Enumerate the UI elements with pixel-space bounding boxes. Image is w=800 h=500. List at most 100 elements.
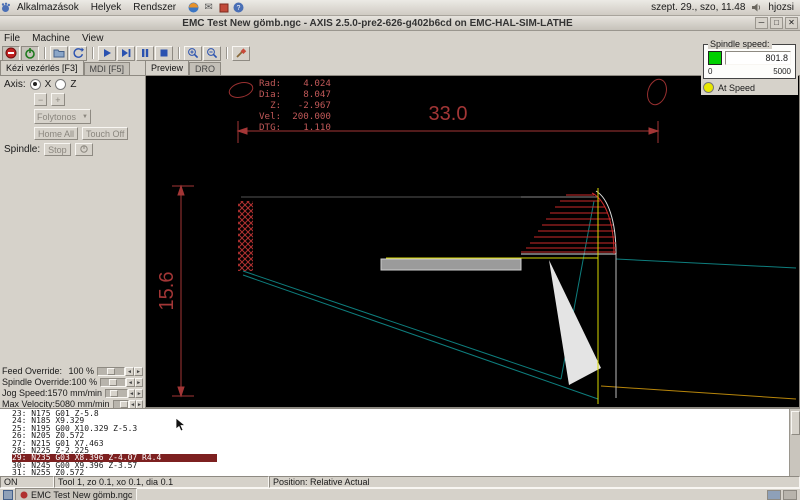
volume-icon[interactable] bbox=[751, 2, 762, 13]
run-icon bbox=[101, 47, 113, 59]
axis-x-label: X bbox=[45, 79, 52, 90]
feed-override-value: 100 % bbox=[68, 366, 94, 376]
spindle-override-slider[interactable] bbox=[100, 378, 126, 387]
menu-system[interactable]: Rendszer bbox=[127, 2, 182, 13]
window-title: EMC Test New gömb.ngc - AXIS 2.5.0-pre2-… bbox=[0, 18, 755, 29]
at-speed-label: At Speed bbox=[718, 83, 755, 93]
dro-rad: Rad: 4.024 bbox=[259, 78, 331, 89]
feed-override-slider[interactable] bbox=[97, 367, 125, 376]
task-label: EMC Test New gömb.ngc bbox=[31, 490, 132, 500]
jog-mode-select[interactable]: Folytonos ▼ bbox=[34, 109, 91, 124]
gcode-line[interactable]: 26: N205 Z0.572 bbox=[12, 432, 800, 439]
browser-icon[interactable] bbox=[188, 2, 199, 13]
open-file-button[interactable] bbox=[50, 46, 68, 61]
jog-speed-slider[interactable] bbox=[105, 389, 128, 398]
home-all-button[interactable]: Home All bbox=[34, 127, 78, 140]
workspace-2[interactable] bbox=[783, 490, 797, 500]
package-icon[interactable] bbox=[218, 2, 229, 13]
spindle-brake-button[interactable] bbox=[75, 143, 93, 156]
dro-z: Z: -2.967 bbox=[259, 100, 331, 111]
slider-decrement-button[interactable]: ◄ bbox=[126, 378, 134, 387]
gcode-line[interactable]: 31: N255 Z0.572 bbox=[12, 469, 800, 476]
help-icon[interactable]: ? bbox=[233, 2, 244, 13]
scrollbar-thumb[interactable] bbox=[791, 411, 800, 435]
override-sliders: Feed Override: 100 % ◄ ► Spindle Overrid… bbox=[0, 366, 145, 410]
jog-mode-value: Folytonos bbox=[37, 112, 76, 122]
step-button[interactable] bbox=[117, 46, 135, 61]
rapid-moves bbox=[243, 201, 796, 399]
task-button[interactable]: EMC Test New gömb.ngc bbox=[15, 488, 137, 500]
minimize-button[interactable]: ─ bbox=[755, 17, 768, 29]
toolbar-separator bbox=[226, 47, 228, 59]
toolbar-separator bbox=[92, 47, 94, 59]
taskbar: EMC Test New gömb.ngc bbox=[0, 488, 800, 500]
gcode-line[interactable]: 25: N195 G00 X10.329 Z-5.3 bbox=[12, 425, 800, 432]
workspace-1[interactable] bbox=[767, 490, 781, 500]
clear-plot-button[interactable] bbox=[232, 46, 250, 61]
slider-decrement-button[interactable]: ◄ bbox=[128, 389, 136, 398]
axis-z-label: Z bbox=[70, 79, 76, 90]
tab-dro[interactable]: DRO bbox=[189, 62, 221, 75]
dro-readout: Rad: 4.024 Dia: 8.047 Z: -2.967 Vel: 200… bbox=[259, 78, 331, 133]
axis-x-radio[interactable] bbox=[30, 79, 41, 90]
zoom-out-button[interactable] bbox=[203, 46, 221, 61]
gcode-scrollbar[interactable] bbox=[789, 409, 800, 476]
main-area: Kézi vezérlés [F3] MDI [F5] Axis: X Z − … bbox=[0, 61, 800, 408]
run-program-button[interactable] bbox=[98, 46, 116, 61]
slider-thumb[interactable] bbox=[110, 390, 118, 397]
user-menu[interactable]: hjozsi bbox=[768, 2, 794, 13]
tab-manual-control[interactable]: Kézi vezérlés [F3] bbox=[0, 60, 84, 75]
feed-moves bbox=[521, 193, 616, 254]
spindle-speed-groupbox: Spindle speed: 801.8 0 5000 bbox=[703, 44, 796, 79]
jog-speed-value: 1570 mm/min bbox=[48, 388, 103, 398]
tab-preview[interactable]: Preview bbox=[145, 60, 189, 75]
backplot-canvas[interactable]: 33.0 15.6 bbox=[145, 75, 800, 408]
jog-plus-button[interactable]: + bbox=[51, 93, 64, 106]
axis-label: Axis: bbox=[4, 79, 26, 90]
menu-file[interactable]: File bbox=[4, 33, 20, 44]
clock[interactable]: szept. 29., szo, 11.48 bbox=[651, 2, 745, 13]
chuck-hatch bbox=[238, 201, 253, 271]
stop-button[interactable] bbox=[155, 46, 173, 61]
maximize-button[interactable]: □ bbox=[770, 17, 783, 29]
slider-thumb[interactable] bbox=[120, 401, 128, 408]
slider-increment-button[interactable]: ► bbox=[135, 389, 143, 398]
menu-applications[interactable]: Alkalmazások bbox=[11, 2, 85, 13]
jog-minus-button[interactable]: − bbox=[34, 93, 47, 106]
slider-increment-button[interactable]: ► bbox=[134, 367, 143, 376]
show-desktop-icon[interactable] bbox=[2, 489, 13, 500]
gcode-line[interactable]: 27: N215 G01 X7.463 bbox=[12, 440, 800, 447]
zoom-in-button[interactable] bbox=[184, 46, 202, 61]
gcode-line[interactable]: 30: N245 G00 X9.396 Z-3.57 bbox=[12, 462, 800, 469]
reload-button[interactable] bbox=[69, 46, 87, 61]
axis-z-radio[interactable] bbox=[55, 79, 66, 90]
dimension-height: 15.6 bbox=[156, 186, 194, 396]
reload-icon bbox=[72, 47, 84, 59]
machine-power-button[interactable] bbox=[21, 46, 39, 61]
toolbar bbox=[0, 45, 800, 61]
spindle-scale-min: 0 bbox=[708, 67, 712, 76]
estop-button[interactable] bbox=[2, 46, 20, 61]
menu-view[interactable]: View bbox=[82, 33, 104, 44]
position-mode: Position: Relative Actual bbox=[269, 476, 800, 488]
status-bar: ON Tool 1, zo 0.1, xo 0.1, dia 0.1 Posit… bbox=[0, 476, 800, 488]
slider-increment-button[interactable]: ► bbox=[135, 378, 143, 387]
dimension-width-label: 33.0 bbox=[429, 103, 468, 125]
gcode-line[interactable]: 23: N175 G01 Z-5.8 bbox=[12, 410, 800, 417]
spindle-stop-button[interactable]: Stop bbox=[44, 143, 71, 156]
slider-decrement-button[interactable]: ◄ bbox=[125, 367, 134, 376]
touch-off-button[interactable]: Touch Off bbox=[82, 127, 128, 140]
open-folder-icon bbox=[53, 47, 65, 59]
zoom-in-icon bbox=[187, 47, 199, 59]
menu-places[interactable]: Helyek bbox=[85, 2, 128, 13]
menu-machine[interactable]: Machine bbox=[32, 33, 70, 44]
slider-thumb[interactable] bbox=[109, 379, 117, 386]
tab-mdi[interactable]: MDI [F5] bbox=[84, 62, 131, 75]
slider-thumb[interactable] bbox=[107, 368, 115, 375]
mail-icon[interactable]: ✉ bbox=[203, 2, 214, 13]
svg-text:?: ? bbox=[237, 5, 241, 12]
applications-menu-icon[interactable] bbox=[0, 2, 11, 13]
pause-button[interactable] bbox=[136, 46, 154, 61]
tool-status: Tool 1, zo 0.1, xo 0.1, dia 0.1 bbox=[54, 476, 269, 488]
close-button[interactable]: ✕ bbox=[785, 17, 798, 29]
